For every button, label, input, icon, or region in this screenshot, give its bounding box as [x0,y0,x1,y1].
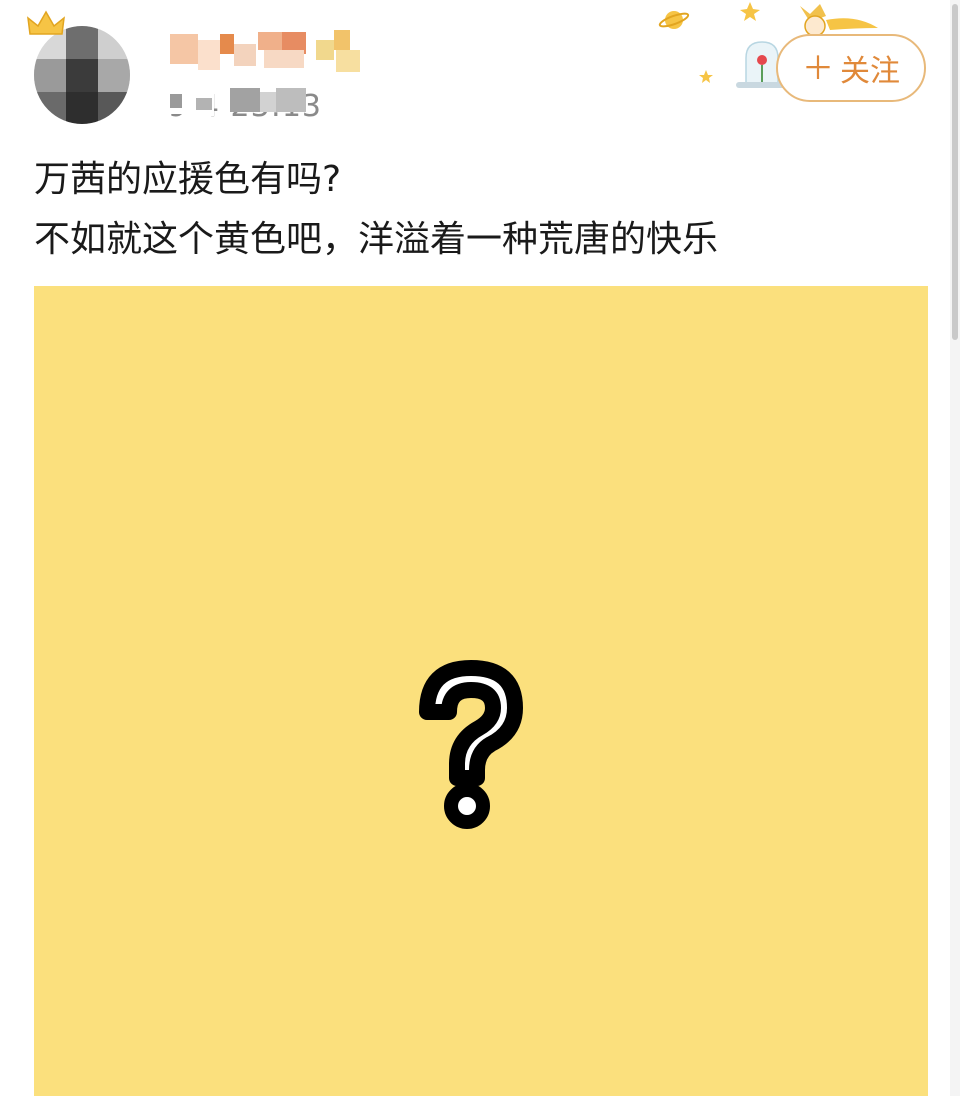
follow-button-label: 关注 [840,54,900,89]
weibo-post-page: 9-4 23:13 [0,0,960,1096]
post-text-line: 万茜的应援色有吗? [34,159,342,200]
time-mosaic [168,88,314,118]
star-icon [699,70,713,83]
avatar[interactable] [34,26,130,124]
question-mark-icon [419,660,523,829]
crown-icon [27,10,65,35]
post-text-line: 不如就这个黄色吧，洋溢着一种荒唐的快乐 [34,219,719,260]
planet-icon [658,11,690,29]
star-icon [740,2,760,21]
plus-icon: ＋ [801,49,834,87]
follow-button[interactable]: ＋ 关注 [776,34,926,102]
username-mosaic[interactable] [170,30,366,76]
scrollbar-thumb[interactable] [952,4,958,340]
post-text: 万茜的应援色有吗? 不如就这个黄色吧，洋溢着一种荒唐的快乐 [34,150,924,270]
scrollbar-track[interactable] [950,0,960,1096]
